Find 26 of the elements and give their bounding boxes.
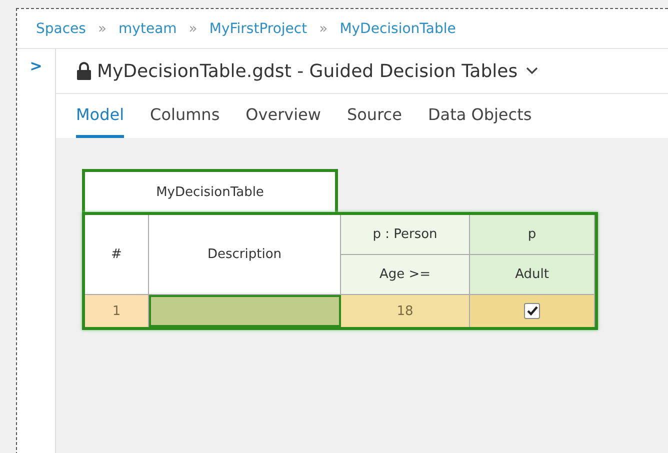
- breadcrumb-separator: »: [319, 20, 328, 36]
- editor-title: MyDecisionTable.gdst - Guided Decision Tables: [97, 60, 518, 82]
- table-cell[interactable]: [470, 295, 595, 327]
- breadcrumb-link[interactable]: MyDecisionTable: [340, 20, 456, 36]
- expand-sidebar-button[interactable]: >: [26, 57, 46, 75]
- pattern-header: p : Person: [341, 215, 470, 255]
- pattern-header: p: [470, 215, 595, 255]
- chevron-down-icon[interactable]: [526, 67, 538, 75]
- column-header: Adult: [470, 255, 595, 295]
- breadcrumb-link[interactable]: MyFirstProject: [209, 20, 308, 36]
- table-cell[interactable]: 1: [85, 295, 149, 327]
- breadcrumb-separator: »: [188, 20, 198, 36]
- checkbox[interactable]: [524, 303, 540, 319]
- table-name-header: MyDecisionTable: [82, 169, 338, 213]
- breadcrumb-link[interactable]: myteam: [118, 20, 177, 36]
- table-cell[interactable]: [149, 295, 341, 327]
- tab[interactable]: Overview: [246, 94, 321, 138]
- tab[interactable]: Source: [346, 94, 402, 138]
- tab[interactable]: Data Objects: [428, 94, 532, 138]
- column-header: Description: [149, 215, 341, 295]
- breadcrumb-separator: »: [98, 20, 107, 36]
- breadcrumb-link[interactable]: Spaces: [36, 20, 86, 36]
- column-header: Age >=: [341, 255, 470, 295]
- column-header: #: [85, 215, 149, 295]
- tab[interactable]: Columns: [150, 94, 220, 138]
- table-cell[interactable]: 18: [341, 295, 470, 327]
